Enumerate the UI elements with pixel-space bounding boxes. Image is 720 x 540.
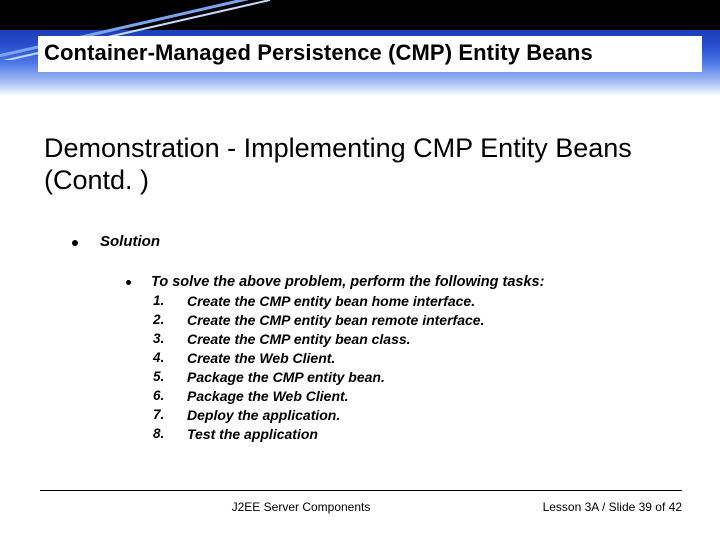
footer-divider	[40, 490, 682, 491]
level1-text: Solution	[100, 233, 160, 250]
list-item: 1. Create the CMP entity bean home inter…	[151, 293, 684, 309]
bullet-dot-icon	[126, 280, 131, 285]
task-text: Package the CMP entity bean.	[187, 369, 385, 385]
task-text: Deploy the application.	[187, 407, 340, 423]
header-black-bar	[0, 0, 720, 30]
task-text: Test the application	[187, 426, 318, 442]
footer: J2EE Server Components Lesson 3A / Slide…	[40, 500, 682, 514]
slide-title: Demonstration - Implementing CMP Entity …	[44, 132, 684, 197]
content: Demonstration - Implementing CMP Entity …	[44, 132, 684, 442]
list-item: 4. Create the Web Client.	[151, 350, 684, 366]
list-item: 8. Test the application	[151, 426, 684, 442]
task-text: Create the CMP entity bean home interfac…	[187, 293, 475, 309]
header-band: Container-Managed Persistence (CMP) Enti…	[0, 0, 720, 96]
level2-intro: To solve the above problem, perform the …	[151, 274, 684, 290]
task-text: Create the Web Client.	[187, 350, 335, 366]
task-text: Package the Web Client.	[187, 388, 349, 404]
header-title-box: Container-Managed Persistence (CMP) Enti…	[38, 36, 702, 72]
list-item: 3. Create the CMP entity bean class.	[151, 331, 684, 347]
bullet-dot-icon	[72, 240, 78, 246]
task-text: Create the CMP entity bean remote interf…	[187, 312, 484, 328]
task-number: 4.	[151, 350, 187, 365]
task-number: 8.	[151, 426, 187, 441]
footer-right: Lesson 3A / Slide 39 of 42	[462, 500, 682, 514]
task-number: 1.	[151, 293, 187, 308]
header-title: Container-Managed Persistence (CMP) Enti…	[44, 40, 696, 66]
bullet-level2: To solve the above problem, perform the …	[126, 274, 684, 442]
level2-block: To solve the above problem, perform the …	[151, 274, 684, 442]
footer-left: J2EE Server Components	[40, 500, 462, 514]
list-item: 2. Create the CMP entity bean remote int…	[151, 312, 684, 328]
list-item: 5. Package the CMP entity bean.	[151, 369, 684, 385]
task-number: 6.	[151, 388, 187, 403]
task-text: Create the CMP entity bean class.	[187, 331, 411, 347]
task-number: 7.	[151, 407, 187, 422]
task-number: 3.	[151, 331, 187, 346]
task-number: 2.	[151, 312, 187, 327]
bullet-level1: Solution	[72, 233, 684, 250]
list-item: 7. Deploy the application.	[151, 407, 684, 423]
list-item: 6. Package the Web Client.	[151, 388, 684, 404]
slide: Container-Managed Persistence (CMP) Enti…	[0, 0, 720, 540]
task-number: 5.	[151, 369, 187, 384]
